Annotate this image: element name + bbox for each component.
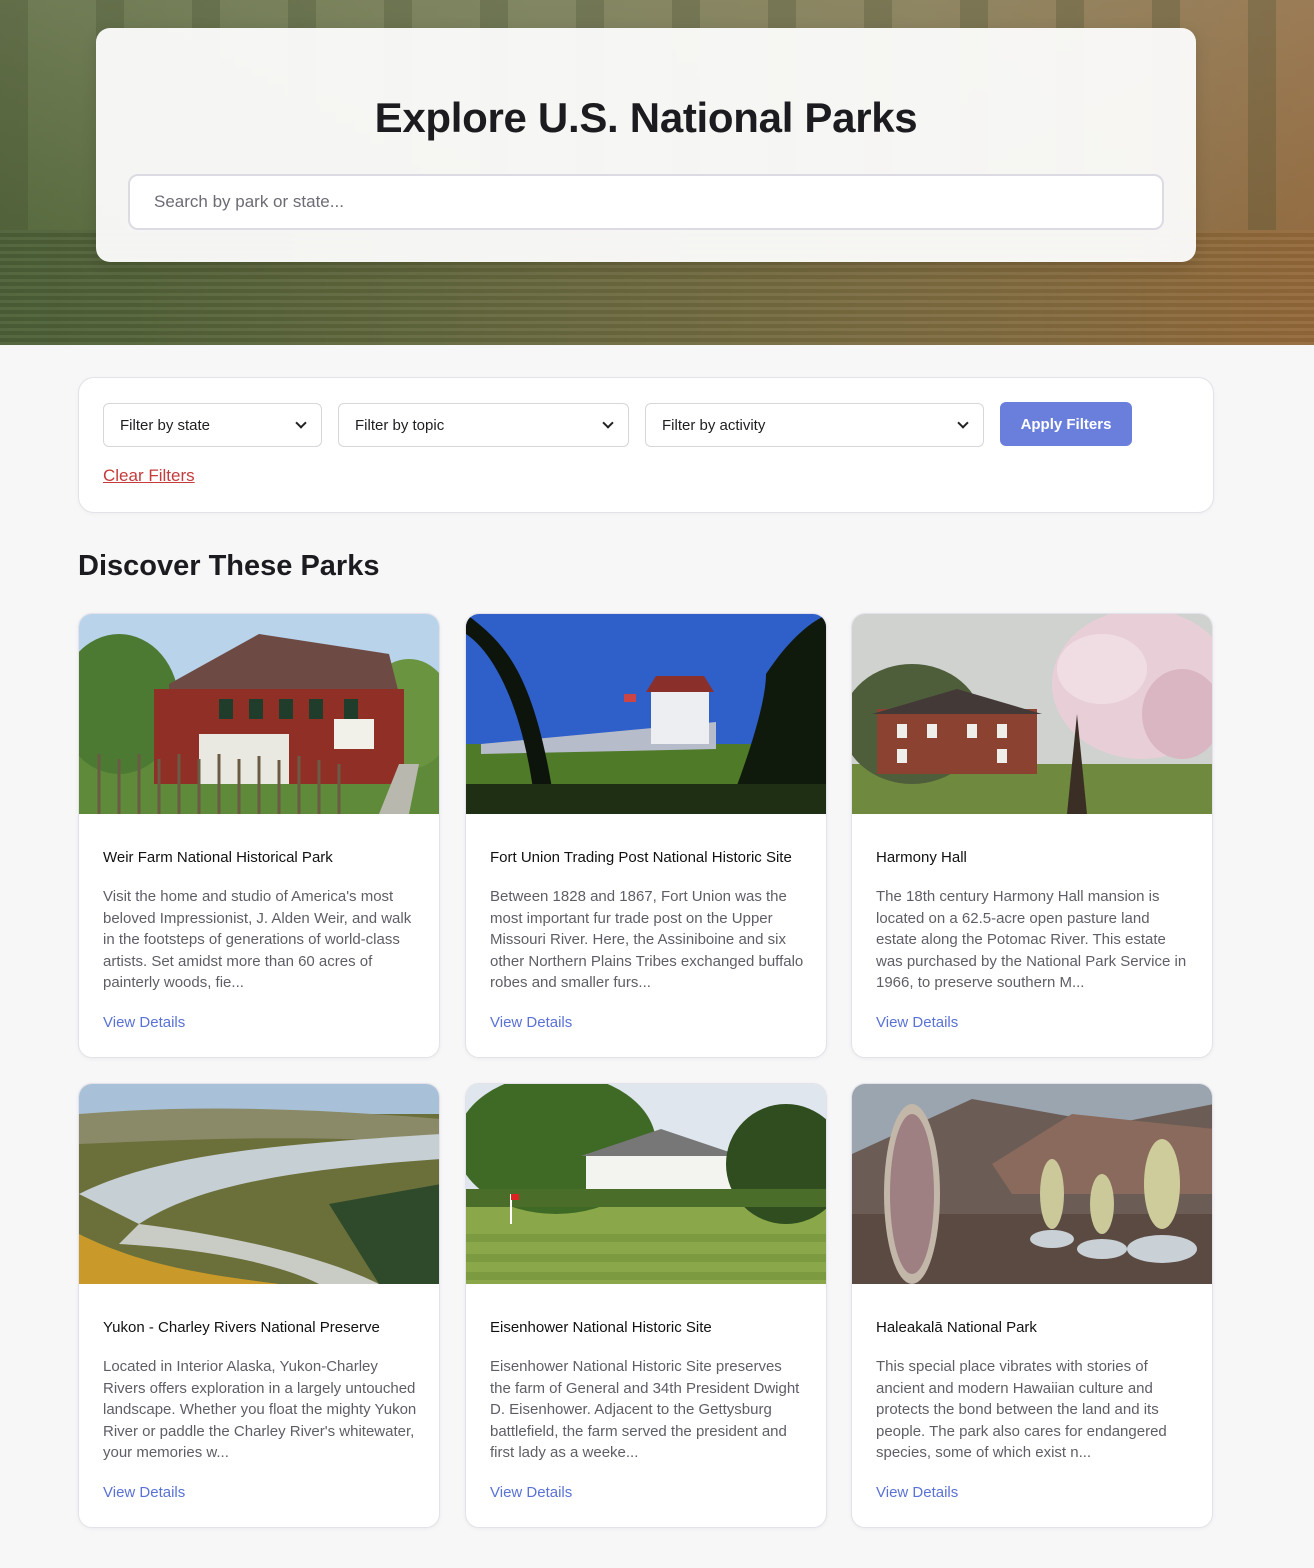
- park-image: [852, 1084, 1212, 1284]
- chevron-down-icon: [957, 417, 969, 429]
- park-card[interactable]: Eisenhower National Historic Site Eisenh…: [465, 1083, 827, 1528]
- park-card[interactable]: Weir Farm National Historical Park Visit…: [78, 613, 440, 1058]
- park-image: [79, 1084, 439, 1284]
- topic-filter-select[interactable]: Filter by topic: [338, 403, 629, 447]
- chevron-down-icon: [602, 417, 614, 429]
- view-details-link[interactable]: View Details: [876, 1014, 958, 1031]
- park-card[interactable]: Yukon - Charley Rivers National Preserve…: [78, 1083, 440, 1528]
- park-name: Harmony Hall: [876, 849, 967, 866]
- park-image: [466, 614, 826, 814]
- activity-filter-label: Filter by activity: [662, 416, 766, 434]
- park-card[interactable]: Fort Union Trading Post National Histori…: [465, 613, 827, 1058]
- view-details-link[interactable]: View Details: [490, 1484, 572, 1501]
- view-details-link[interactable]: View Details: [876, 1484, 958, 1501]
- park-description: Eisenhower National Historic Site preser…: [490, 1358, 800, 1462]
- park-description: This special place vibrates with stories…: [876, 1358, 1167, 1462]
- search-input[interactable]: [128, 174, 1164, 230]
- view-details-link[interactable]: View Details: [103, 1014, 185, 1031]
- activity-filter-select[interactable]: Filter by activity: [645, 403, 984, 447]
- park-description: Located in Interior Alaska, Yukon-Charle…: [103, 1358, 417, 1462]
- park-description: Visit the home and studio of America's m…: [103, 888, 412, 992]
- park-name: Haleakalā National Park: [876, 1319, 1037, 1336]
- park-name: Yukon - Charley Rivers National Preserve: [103, 1319, 380, 1336]
- page-title: Explore U.S. National Parks: [374, 94, 918, 141]
- park-description: Between 1828 and 1867, Fort Union was th…: [490, 888, 804, 992]
- state-filter-select[interactable]: Filter by state: [103, 403, 322, 447]
- park-card[interactable]: Haleakalā National Park This special pla…: [851, 1083, 1213, 1528]
- view-details-link[interactable]: View Details: [490, 1014, 572, 1031]
- view-details-link[interactable]: View Details: [103, 1484, 185, 1501]
- state-filter-label: Filter by state: [120, 416, 211, 434]
- filter-panel: Filter by state Filter by topic Filter b…: [78, 377, 1214, 513]
- park-image: [852, 614, 1212, 814]
- park-name: Eisenhower National Historic Site: [490, 1319, 712, 1336]
- park-description: The 18th century Harmony Hall mansion is…: [876, 888, 1187, 992]
- park-name: Weir Farm National Historical Park: [103, 849, 333, 866]
- hero-banner: Explore U.S. National Parks: [0, 0, 1314, 345]
- clear-filters-link[interactable]: Clear Filters: [103, 466, 195, 486]
- park-image: [466, 1084, 826, 1284]
- topic-filter-label: Filter by topic: [355, 416, 445, 434]
- park-card[interactable]: Harmony Hall The 18th century Harmony Ha…: [851, 613, 1213, 1058]
- park-name: Fort Union Trading Post National Histori…: [490, 849, 792, 866]
- chevron-down-icon: [295, 417, 307, 429]
- apply-filters-button[interactable]: Apply Filters: [1000, 402, 1132, 446]
- park-image: [79, 614, 439, 814]
- hero-card: Explore U.S. National Parks: [96, 28, 1196, 262]
- section-title: Discover These Parks: [78, 550, 380, 582]
